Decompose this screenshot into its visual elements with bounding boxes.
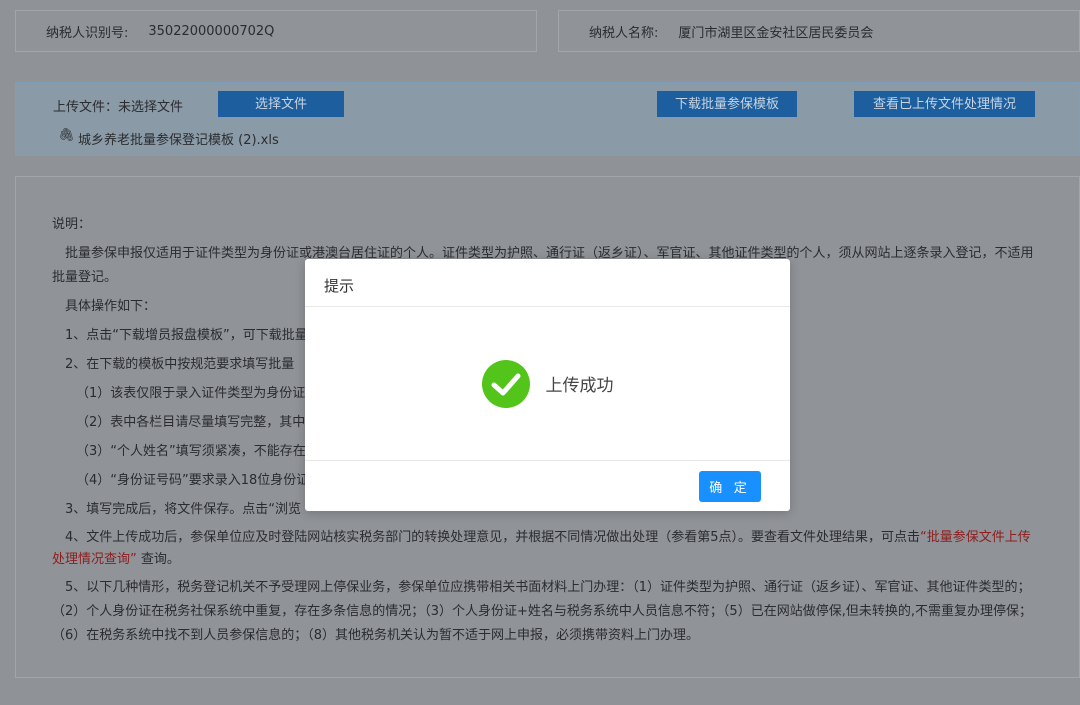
upload-success-dialog: 提示 上传成功 确 定 (305, 259, 790, 511)
success-check-icon (481, 359, 530, 408)
uploaded-file-name[interactable]: 城乡养老批量参保登记模板 (2).xls (78, 129, 279, 148)
taxpayer-id-field: 纳税人识别号: 35022000000702Q (15, 10, 537, 52)
view-uploaded-button[interactable]: 查看已上传文件处理情况 (854, 91, 1035, 117)
download-template-button[interactable]: 下载批量参保模板 (657, 91, 797, 117)
upload-panel: 上传文件：未选择文件 选择文件 下载批量参保模板 查看已上传文件处理情况 🖇 城… (15, 82, 1080, 156)
step4-text: 4、文件上传成功后，参保单位应及时登陆网站核实税务部门的转换处理意见，并根据不同… (65, 530, 921, 545)
instruction-step: 5、以下几种情形，税务登记机关不予受理网上停保业务，参保单位应携带相关书面材料上… (52, 580, 1032, 643)
upload-label: 上传文件：未选择文件 (53, 100, 184, 115)
taxpayer-id-value: 35022000000702Q (148, 23, 275, 39)
confirm-button[interactable]: 确 定 (699, 471, 761, 502)
choose-file-button[interactable]: 选择文件 (218, 91, 344, 117)
dialog-title: 提示 (305, 259, 790, 307)
instruction-step: 4、文件上传成功后，参保单位应及时登陆网站核实税务部门的转换处理意见，并根据不同… (52, 527, 1043, 571)
instructions-title: 说明： (52, 217, 92, 232)
step4-end: 查询。 (136, 552, 180, 567)
taxpayer-name-label: 纳税人名称: (589, 25, 659, 41)
dialog-message: 上传成功 (545, 376, 614, 396)
taxpayer-name-value: 厦门市湖里区金安社区居民委员会 (678, 25, 874, 41)
taxpayer-name-field: 纳税人名称: 厦门市湖里区金安社区居民委员会 (558, 10, 1080, 52)
paperclip-icon: 🖇 (58, 128, 75, 143)
taxpayer-id-label: 纳税人识别号: (46, 25, 129, 41)
